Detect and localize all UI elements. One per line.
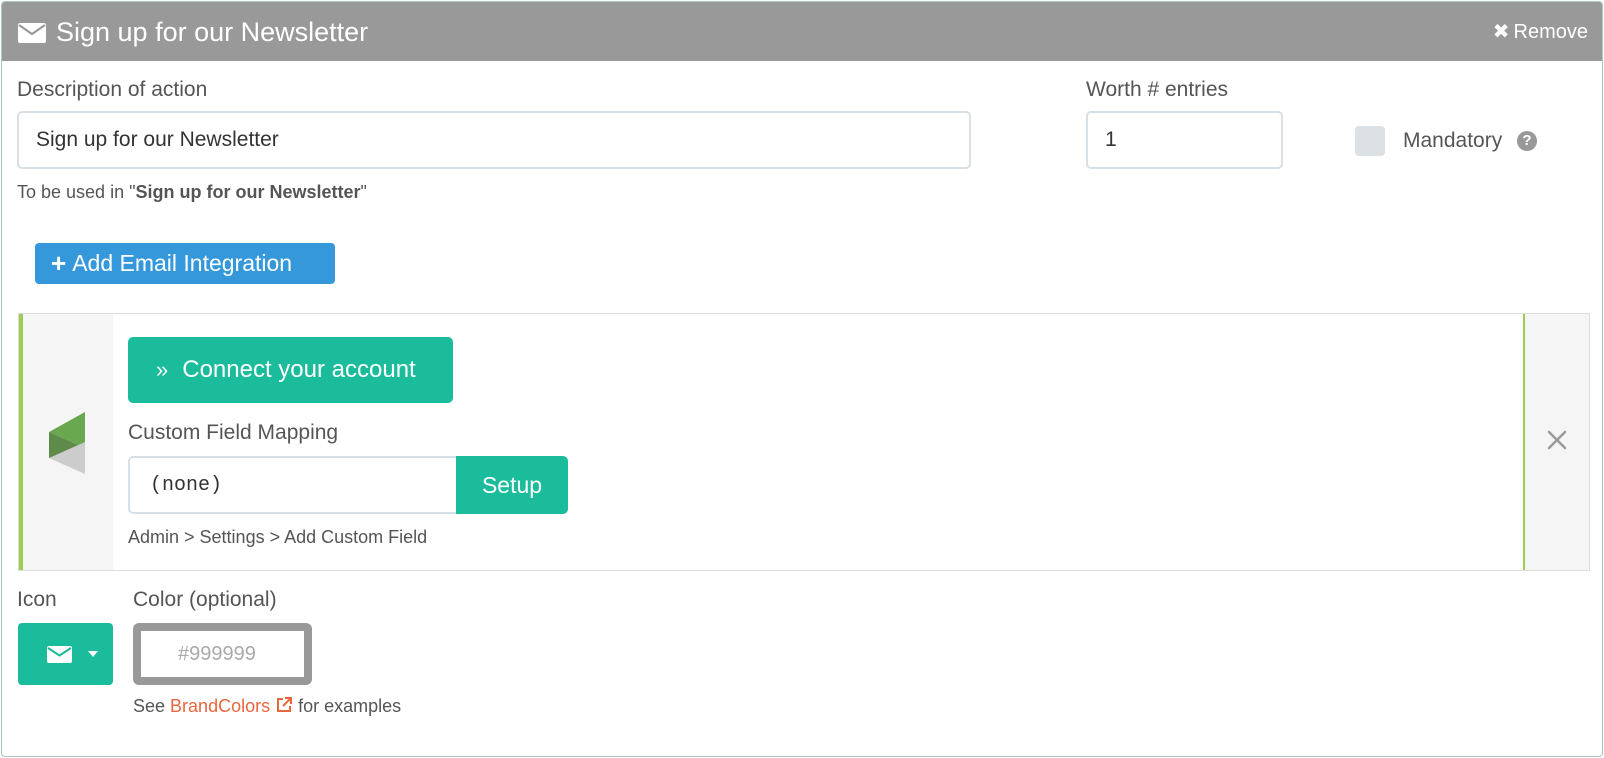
description-value: Sign up for our Newsletter <box>36 128 279 151</box>
worth-value: 1 <box>1105 128 1117 151</box>
custom-field-value: (none) <box>150 473 223 497</box>
add-integration-label: Add Email Integration <box>72 250 293 276</box>
remove-button[interactable]: ✖ Remove <box>1493 20 1588 44</box>
worth-input[interactable]: 1 <box>1086 111 1283 169</box>
usage-hint: To be used in "Sign up for our Newslette… <box>17 182 367 202</box>
custom-field-input[interactable]: (none) <box>128 456 456 514</box>
external-link-icon <box>277 697 293 712</box>
envelope-icon <box>18 23 46 43</box>
description-input[interactable]: Sign up for our Newsletter <box>17 111 971 169</box>
add-email-integration-button[interactable]: + Add Email Integration <box>35 243 335 284</box>
color-input[interactable] <box>178 642 308 666</box>
icon-picker-button[interactable] <box>18 623 113 685</box>
custom-field-mapping-label: Custom Field Mapping <box>128 421 339 444</box>
integration-logo-column <box>19 314 113 570</box>
integration-remove-column <box>1523 314 1589 570</box>
envelope-icon <box>47 646 72 663</box>
connect-label: Connect your account <box>182 356 416 383</box>
plus-icon: + <box>51 248 67 278</box>
close-icon[interactable] <box>1541 424 1573 456</box>
icon-label: Icon <box>17 588 57 611</box>
action-panel: Sign up for our Newsletter ✖ Remove Desc… <box>1 1 1603 757</box>
brandcolors-link[interactable]: BrandColors <box>170 696 293 716</box>
double-chevron-right-icon: » <box>156 357 169 382</box>
email-integration-card: » Connect your account Custom Field Mapp… <box>18 313 1590 571</box>
admin-path-hint: Admin > Settings > Add Custom Field <box>128 527 428 547</box>
connect-account-button[interactable]: » Connect your account <box>128 337 453 403</box>
close-icon: ✖ <box>1492 21 1510 43</box>
color-field <box>133 623 312 685</box>
panel-title: Sign up for our Newsletter <box>56 17 369 47</box>
color-label: Color (optional) <box>133 588 277 611</box>
mandatory-checkbox[interactable] <box>1355 126 1385 156</box>
worth-label: Worth # entries <box>1086 78 1229 101</box>
brandcolors-hint: See BrandColors for examples <box>133 696 402 716</box>
chevron-down-icon <box>88 651 98 657</box>
setup-button[interactable]: Setup <box>456 456 568 514</box>
panel-header: Sign up for our Newsletter ✖ Remove <box>2 2 1602 61</box>
description-label: Description of action <box>17 78 208 101</box>
integration-logo-icon <box>49 412 85 474</box>
question-icon[interactable]: ? <box>1517 131 1537 151</box>
usage-name: Sign up for our Newsletter <box>135 182 361 202</box>
mandatory-label: Mandatory <box>1403 129 1503 152</box>
remove-label: Remove <box>1513 21 1588 43</box>
